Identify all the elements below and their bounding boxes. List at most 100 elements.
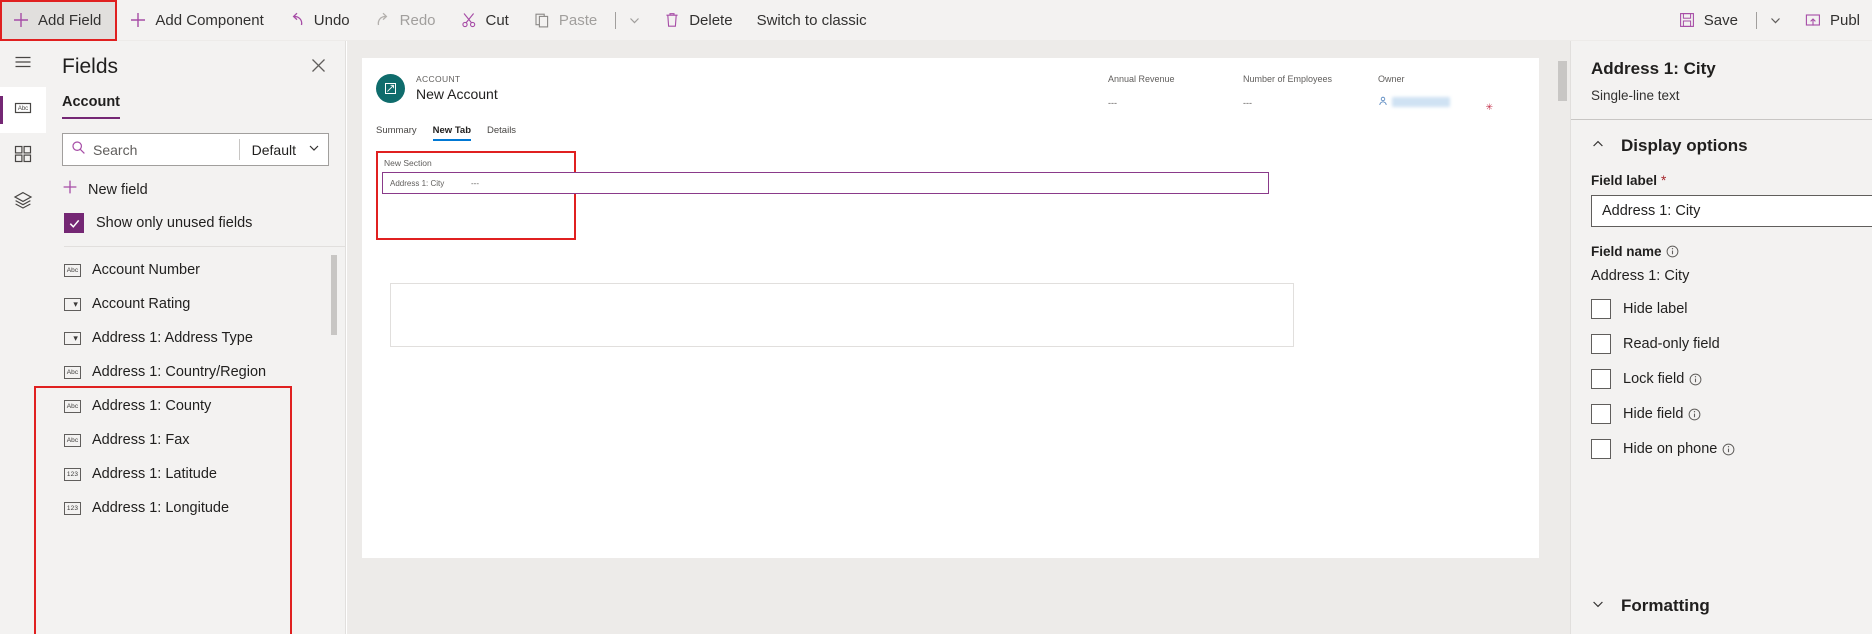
- form-tab-details[interactable]: Details: [487, 125, 516, 141]
- field-label-input-value: Address 1: City: [1602, 203, 1701, 219]
- display-options-label: Display options: [1621, 136, 1748, 155]
- chevron-down-icon: [1591, 597, 1605, 616]
- info-icon[interactable]: [1688, 408, 1701, 421]
- field-list-scrollbar[interactable]: [329, 255, 339, 565]
- fields-panel-header: Fields: [46, 41, 345, 81]
- optionset-field-icon: ▾: [64, 331, 81, 345]
- hide-on-phone-text: Hide on phone: [1623, 441, 1718, 457]
- tab-account[interactable]: Account: [62, 94, 120, 119]
- checkbox-unchecked-icon: [1591, 334, 1611, 354]
- filter-dropdown[interactable]: Default: [240, 134, 328, 165]
- list-item[interactable]: ▾ Account Rating: [46, 287, 345, 321]
- rail-item-fields[interactable]: Abc: [0, 87, 46, 133]
- undo-label: Undo: [313, 11, 350, 29]
- properties-header: Address 1: City Single-line text: [1571, 41, 1872, 120]
- info-icon[interactable]: [1722, 443, 1735, 456]
- hide-label-checkbox[interactable]: Hide label: [1591, 299, 1852, 319]
- hamburger-menu-button[interactable]: [0, 41, 46, 87]
- header-field-number-of-employees[interactable]: Number of Employees ---: [1243, 74, 1378, 111]
- list-item-label: Address 1: Address Type: [92, 330, 253, 346]
- list-item[interactable]: 123 Address 1: Latitude: [46, 457, 345, 491]
- add-component-button[interactable]: Add Component: [117, 0, 275, 41]
- list-item[interactable]: Abc Account Number: [46, 253, 345, 287]
- fields-panel: Fields Account Search Default New field …: [34, 41, 346, 634]
- read-only-field-checkbox[interactable]: Read-only field: [1591, 334, 1852, 354]
- field-label-caption: Field label *: [1591, 173, 1852, 188]
- list-item[interactable]: 123 Address 1: Longitude: [46, 491, 345, 525]
- header-field-owner[interactable]: Owner ✳: [1378, 74, 1513, 112]
- field-name-caption-text: Field name: [1591, 244, 1662, 259]
- save-label: Save: [1703, 11, 1738, 29]
- info-icon[interactable]: [1666, 245, 1679, 258]
- form-section[interactable]: New Section Address 1: City ---: [376, 151, 1269, 240]
- scrollbar-thumb[interactable]: [331, 255, 337, 335]
- publish-button[interactable]: Publ: [1792, 0, 1872, 41]
- undo-button[interactable]: Undo: [276, 0, 362, 41]
- cut-label: Cut: [485, 11, 509, 29]
- switch-to-classic-label: Switch to classic: [756, 11, 867, 29]
- header-field-annual-revenue[interactable]: Annual Revenue ---: [1108, 74, 1243, 111]
- read-only-field-text: Read-only field: [1623, 336, 1720, 352]
- plus-icon: [62, 179, 78, 200]
- formatting-section-header[interactable]: Formatting: [1591, 596, 1853, 616]
- optionset-field-icon: ▾: [64, 297, 81, 311]
- scissors-icon: [460, 11, 478, 29]
- search-input[interactable]: Search: [63, 134, 239, 165]
- cut-button[interactable]: Cut: [448, 0, 521, 41]
- formatting-label: Formatting: [1621, 596, 1710, 615]
- form-tab-summary[interactable]: Summary: [376, 125, 417, 141]
- display-options-section-header[interactable]: Display options: [1591, 136, 1852, 156]
- redo-button[interactable]: Redo: [362, 0, 448, 41]
- avatar: [376, 74, 405, 103]
- paste-chevron-down-icon[interactable]: [618, 0, 651, 41]
- hide-field-checkbox[interactable]: Hide field: [1591, 404, 1852, 424]
- filter-value: Default: [251, 141, 296, 158]
- record-title-group: ACCOUNT New Account: [416, 74, 498, 102]
- form-field-address1-city[interactable]: Address 1: City ---: [382, 172, 1269, 194]
- form-field-label: Address 1: City: [390, 178, 445, 188]
- list-item[interactable]: ▾ Address 1: Address Type: [46, 321, 345, 355]
- add-component-label: Add Component: [155, 11, 264, 29]
- rail-item-layers[interactable]: [0, 179, 46, 225]
- paste-button[interactable]: Paste: [521, 0, 609, 41]
- toolbar-divider: [615, 11, 617, 29]
- form-preview: ACCOUNT New Account Annual Revenue --- N…: [362, 58, 1539, 558]
- paste-label: Paste: [558, 11, 598, 29]
- form-tab-new-tab[interactable]: New Tab: [432, 125, 472, 141]
- field-type-label: Single-line text: [1591, 88, 1680, 103]
- form-field-value: ---: [471, 178, 479, 188]
- switch-to-classic-button[interactable]: Switch to classic: [745, 0, 879, 41]
- save-button[interactable]: Save: [1666, 0, 1750, 41]
- lock-field-checkbox[interactable]: Lock field: [1591, 369, 1852, 389]
- close-icon: [310, 59, 327, 78]
- panel-title: Fields: [62, 55, 119, 78]
- new-field-label: New field: [88, 181, 148, 198]
- toolbar-divider-right: [1755, 11, 1757, 29]
- new-field-button[interactable]: New field: [62, 179, 329, 200]
- close-panel-button[interactable]: [308, 55, 329, 81]
- list-item[interactable]: Abc Address 1: Country/Region: [46, 355, 345, 389]
- hide-field-text: Hide field: [1623, 406, 1684, 422]
- info-icon[interactable]: [1689, 373, 1702, 386]
- fields-icon: Abc: [13, 98, 33, 123]
- hide-on-phone-checkbox[interactable]: Hide on phone: [1591, 439, 1852, 459]
- list-item[interactable]: Abc Address 1: Fax: [46, 423, 345, 457]
- scrollbar-thumb[interactable]: [1558, 61, 1567, 101]
- delete-button[interactable]: Delete: [651, 0, 744, 41]
- save-chevron-down-icon[interactable]: [1759, 0, 1792, 41]
- show-only-unused-fields-checkbox[interactable]: Show only unused fields: [64, 213, 345, 246]
- trash-icon: [663, 11, 681, 29]
- rail-item-components[interactable]: [0, 133, 46, 179]
- save-icon: [1678, 11, 1696, 29]
- clipboard-icon: [533, 11, 551, 29]
- field-label-caption-text: Field label: [1591, 173, 1658, 188]
- number-field-icon: 123: [64, 501, 81, 515]
- checkbox-unchecked-icon: [1591, 404, 1611, 424]
- canvas-scrollbar[interactable]: [1558, 61, 1567, 621]
- list-item-label: Address 1: County: [92, 398, 212, 414]
- list-item[interactable]: Abc Address 1: County: [46, 389, 345, 423]
- add-field-button[interactable]: Add Field: [0, 0, 118, 41]
- field-label-input[interactable]: Address 1: City: [1591, 195, 1872, 227]
- field-name-caption: Field name: [1591, 244, 1852, 259]
- hamburger-menu-icon: [13, 52, 33, 77]
